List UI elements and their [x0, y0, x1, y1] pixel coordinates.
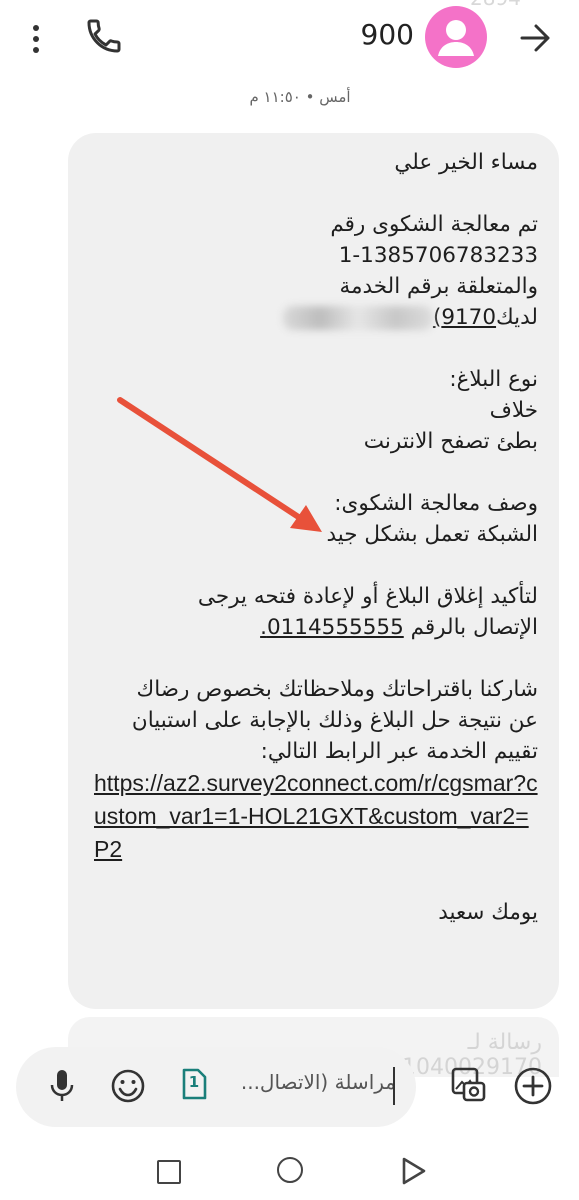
- sim-card-icon[interactable]: 1: [180, 1067, 208, 1101]
- confirm-line-1: لتأكيد إغلاق البلاغ أو لإعادة فتحه يرجى: [197, 584, 538, 609]
- service-number-line: لديك9170): [94, 302, 538, 333]
- gallery-camera-icon[interactable]: [448, 1065, 488, 1105]
- message-input-placeholder[interactable]: مراسلة (الاتصال...: [220, 1070, 396, 1094]
- report-type-2: بطئ تصفح الانترنت: [363, 429, 538, 454]
- redacted-blur: [282, 306, 433, 330]
- service-number[interactable]: 9170): [433, 305, 496, 330]
- confirm-line-2: الإتصال بالرقم 0114555555.: [94, 612, 538, 643]
- back-arrow-icon[interactable]: [514, 18, 556, 58]
- contact-number[interactable]: 900: [340, 18, 414, 51]
- emoji-icon[interactable]: [108, 1066, 148, 1106]
- closing-line: يومك سعيد: [438, 900, 538, 925]
- confirm-phone-number[interactable]: 0114555555.: [260, 615, 404, 640]
- message-text: مساء الخير علي تم معالجة الشكوى رقم 1-13…: [94, 147, 538, 928]
- survey-line-2: عن نتيجة حل البلاغ وذلك بالإجابة على است…: [131, 708, 538, 733]
- processed-line: تم معالجة الشكوى رقم: [330, 212, 538, 237]
- description-value: الشبكة تعمل بشكل جيد: [326, 522, 538, 547]
- microphone-icon[interactable]: [46, 1066, 78, 1106]
- greeting-line: مساء الخير علي: [394, 150, 538, 175]
- survey-link[interactable]: https://az2.survey2connect.com/r/cgsmar?…: [94, 767, 538, 866]
- complaint-number[interactable]: 1-1385706783233: [94, 240, 538, 271]
- related-line: والمتعلقة برقم الخدمة: [339, 274, 538, 299]
- phone-call-icon[interactable]: [84, 16, 124, 56]
- recent-apps-icon[interactable]: [157, 1160, 181, 1184]
- text-cursor: [393, 1067, 395, 1105]
- yours-label: لديك: [496, 305, 538, 330]
- survey-line-1: شاركنا باقتراحاتك وملاحظاتك بخصوص رضاك: [136, 677, 538, 702]
- more-options-icon[interactable]: [22, 22, 50, 54]
- confirm-prefix: الإتصال بالرقم: [410, 615, 538, 640]
- contact-avatar[interactable]: [425, 6, 487, 68]
- add-attachment-icon[interactable]: [512, 1065, 554, 1107]
- survey-line-3: تقييم الخدمة عبر الرابط التالي:: [260, 739, 538, 764]
- report-type-label: نوع البلاغ:: [449, 367, 538, 392]
- message-timestamp: أمس • ١١:٥٠ م: [249, 88, 351, 106]
- sim-number: 1: [188, 1073, 200, 1091]
- report-type-1: خلاف: [489, 398, 538, 423]
- top-app-bar: 2894 900: [0, 0, 579, 76]
- description-label: وصف معالجة الشكوى:: [334, 491, 538, 516]
- ghost-text: 2894: [470, 0, 521, 10]
- nav-back-icon[interactable]: [400, 1156, 428, 1186]
- home-icon[interactable]: [277, 1157, 303, 1183]
